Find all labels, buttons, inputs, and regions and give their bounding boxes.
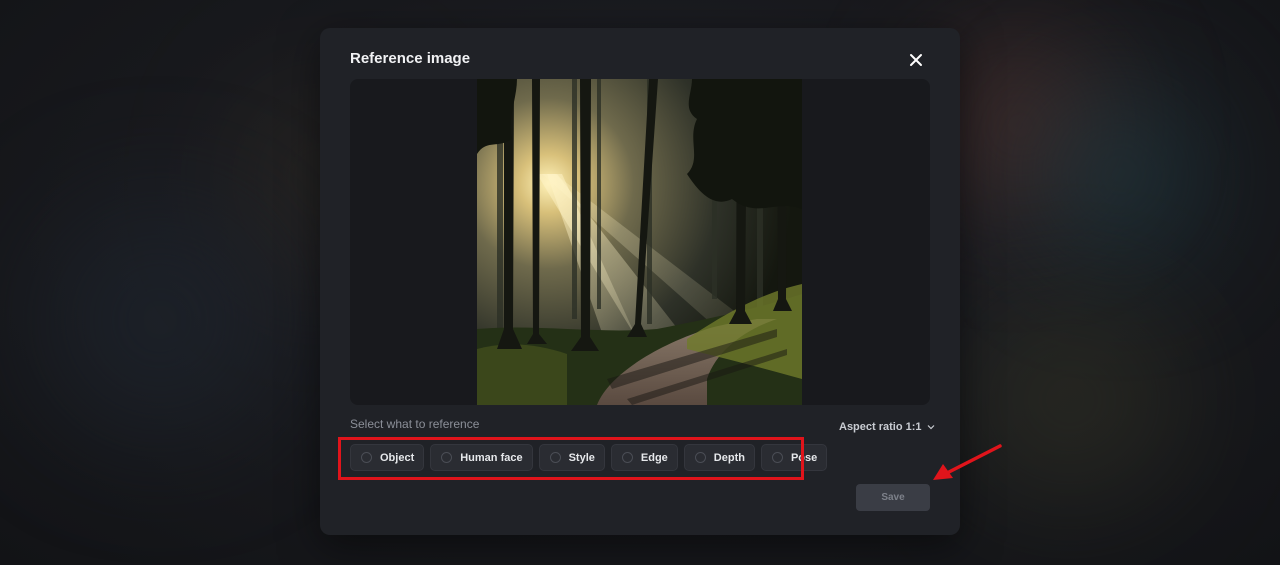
option-pose[interactable]: Pose	[760, 444, 828, 471]
radio-icon[interactable]	[694, 452, 706, 463]
option-label: Style	[568, 451, 595, 464]
forest-sunlight-image	[477, 79, 802, 405]
reference-image-modal: Reference image Select what to reference…	[320, 28, 960, 535]
option-human-face[interactable]: Human face	[430, 444, 533, 471]
option-label: Depth	[713, 451, 745, 464]
option-label: Object	[380, 451, 415, 464]
background-blob	[960, 300, 1180, 500]
option-object[interactable]: Object	[350, 444, 425, 471]
modal-title: Reference image	[350, 50, 471, 67]
radio-icon[interactable]	[441, 452, 453, 463]
aspect-ratio-label: Aspect ratio 1:1	[839, 421, 922, 433]
radio-icon[interactable]	[361, 452, 372, 463]
reference-options: Object Human face Style Edge Depth Pose	[350, 444, 828, 471]
aspect-ratio-dropdown[interactable]: Aspect ratio 1:1	[839, 421, 936, 433]
radio-icon[interactable]	[549, 452, 561, 463]
option-label: Edge	[640, 451, 668, 464]
select-reference-label: Select what to reference	[350, 417, 480, 431]
close-icon	[910, 54, 922, 66]
background-blob	[1040, 90, 1200, 260]
close-button[interactable]	[904, 48, 928, 72]
radio-icon[interactable]	[771, 452, 783, 463]
option-style[interactable]: Style	[538, 444, 605, 471]
image-preview-area	[350, 79, 930, 405]
option-edge[interactable]: Edge	[610, 444, 678, 471]
option-label: Human face	[460, 451, 523, 464]
background-blob	[40, 200, 280, 440]
radio-icon[interactable]	[621, 452, 633, 463]
option-depth[interactable]: Depth	[683, 444, 755, 471]
option-label: Pose	[790, 451, 818, 464]
chevron-down-icon	[927, 425, 934, 430]
save-button[interactable]: Save	[856, 484, 930, 511]
